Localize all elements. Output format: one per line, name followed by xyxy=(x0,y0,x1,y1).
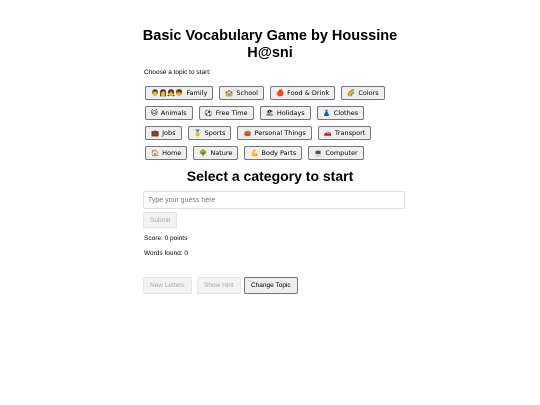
topic-button-clothes[interactable]: 👗 Clothes xyxy=(316,106,365,120)
laptop-icon: 💻 xyxy=(314,149,323,157)
new-letters-button[interactable]: New Letters xyxy=(143,277,192,294)
topic-button-holidays[interactable]: 🏖 Holidays xyxy=(259,106,311,120)
topic-button-transport[interactable]: 🚗 Transport xyxy=(317,126,372,140)
topic-button-personal-things[interactable]: 👜 Personal Things xyxy=(237,126,312,140)
topic-label: Sports xyxy=(204,129,226,137)
briefcase-icon: 💼 xyxy=(151,129,160,137)
topic-button-animals[interactable]: 🐱 Animals xyxy=(145,106,193,120)
topic-label: Holidays xyxy=(276,109,305,117)
tree-icon: 🌳 xyxy=(199,149,208,157)
topic-prompt: Choose a topic to start: xyxy=(144,69,211,76)
handbag-icon: 👜 xyxy=(243,129,252,137)
family-icon: 👨👩👧👦 xyxy=(151,89,184,97)
words-found-display: Words found: 0 xyxy=(144,250,188,257)
topic-label: Animals xyxy=(160,109,187,117)
page-title: Basic Vocabulary Game by Houssine H@sni xyxy=(142,28,398,61)
school-icon: 🏫 xyxy=(225,89,234,97)
soccer-ball-icon: ⚽ xyxy=(204,109,213,117)
show-hint-button[interactable]: Show Hint xyxy=(197,277,241,294)
medal-icon: 🏅 xyxy=(193,129,202,137)
car-icon: 🚗 xyxy=(323,129,332,137)
topic-button-jobs[interactable]: 💼 Jobs xyxy=(145,126,182,140)
rainbow-icon: 🌈 xyxy=(347,89,356,97)
score-display: Score: 0 points xyxy=(144,235,188,242)
topic-label: Family xyxy=(186,89,208,97)
topic-label: Home xyxy=(162,149,182,157)
dress-icon: 👗 xyxy=(322,109,331,117)
guess-input[interactable] xyxy=(143,191,405,209)
arm-icon: 💪 xyxy=(250,149,259,157)
change-topic-button[interactable]: Change Topic xyxy=(244,277,298,294)
topic-label: Personal Things xyxy=(254,129,306,137)
topic-button-nature[interactable]: 🌳 Nature xyxy=(193,146,239,160)
cat-icon: 🐱 xyxy=(151,109,158,117)
topic-label: Jobs xyxy=(162,129,176,137)
topic-button-colors[interactable]: 🌈 Colors xyxy=(341,86,385,100)
topic-label: Clothes xyxy=(333,109,359,117)
beach-icon: 🏖 xyxy=(265,109,274,117)
topic-button-computer[interactable]: 💻 Computer xyxy=(308,146,364,160)
topic-button-school[interactable]: 🏫 School xyxy=(219,86,264,100)
topic-label: Nature xyxy=(210,149,233,157)
topic-label: School xyxy=(236,89,258,97)
topic-label: Transport xyxy=(334,129,366,137)
topic-label: Food & Drink xyxy=(287,89,330,97)
topic-button-home[interactable]: 🏠 Home xyxy=(145,146,188,160)
topic-label: Free Time xyxy=(215,109,248,117)
submit-button[interactable]: Submit xyxy=(143,212,178,228)
topic-label: Colors xyxy=(358,89,379,97)
apple-icon: 🍎 xyxy=(275,89,285,97)
topic-label: Body Parts xyxy=(261,149,297,157)
topic-row-1: 👨👩👧👦 Family 🏫 School 🍎 Food & Drink 🌈 Co… xyxy=(145,86,385,100)
topic-button-food-drink[interactable]: 🍎 Food & Drink xyxy=(269,86,336,100)
topic-row-4: 🏠 Home 🌳 Nature 💪 Body Parts 💻 Computer xyxy=(145,146,364,160)
topic-button-free-time[interactable]: ⚽ Free Time xyxy=(198,106,254,120)
house-icon: 🏠 xyxy=(151,149,160,157)
topic-button-body-parts[interactable]: 💪 Body Parts xyxy=(244,146,303,160)
topic-button-family[interactable]: 👨👩👧👦 Family xyxy=(145,86,214,100)
topic-label: Computer xyxy=(325,149,358,157)
topic-row-3: 💼 Jobs 🏅 Sports 👜 Personal Things 🚗 Tran… xyxy=(145,126,372,140)
topic-row-2: 🐱 Animals ⚽ Free Time 🏖 Holidays 👗 Cloth… xyxy=(145,106,365,120)
topic-button-sports[interactable]: 🏅 Sports xyxy=(187,126,232,140)
category-heading: Select a category to start xyxy=(186,168,354,184)
game-page: Basic Vocabulary Game by Houssine H@sni … xyxy=(0,0,540,405)
